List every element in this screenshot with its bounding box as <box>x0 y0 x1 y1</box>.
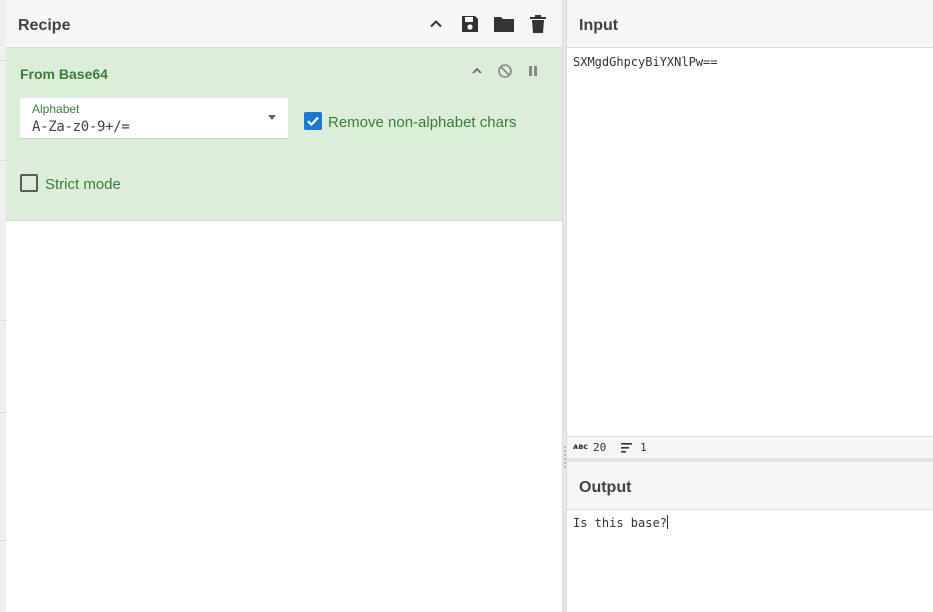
output-text: Is this base? <box>573 516 667 530</box>
input-header: Input <box>567 0 933 48</box>
line-count: 1 <box>640 441 647 454</box>
output-title: Output <box>579 479 632 496</box>
strict-mode-checkbox[interactable] <box>20 174 38 192</box>
trash-icon <box>530 15 546 33</box>
dropdown-caret-icon <box>268 115 276 120</box>
alphabet-value: A-Za-z0-9+/= <box>32 119 130 135</box>
checkmark-icon <box>307 116 319 127</box>
operation-title: From Base64 <box>20 66 108 82</box>
operation-from-base64: From Base64 Alphabet A-Za-z0-9+/= Remove… <box>6 48 562 221</box>
resize-grip-icon <box>564 446 566 470</box>
chevron-up-icon <box>430 20 442 28</box>
input-panel: Input SXMgdGhpcyBiYXNlPw== ᴀʙᴄ 20 1 <box>567 0 933 459</box>
clear-recipe-button[interactable] <box>526 12 550 36</box>
output-panel: Output Is this base? <box>567 462 933 612</box>
input-title: Input <box>579 17 619 34</box>
line-count-icon <box>621 443 632 453</box>
output-header: Output <box>567 462 933 510</box>
recipe-panel: Recipe From Base64 Alphabet A-Za-z0-9+/=… <box>6 0 562 612</box>
disable-icon <box>498 64 512 78</box>
folder-icon <box>494 17 514 32</box>
operation-breakpoint-button[interactable] <box>524 62 542 80</box>
load-recipe-button[interactable] <box>492 12 516 36</box>
input-textarea[interactable]: SXMgdGhpcyBiYXNlPw== <box>573 55 718 69</box>
remove-non-alphabet-label[interactable]: Remove non-alphabet chars <box>328 114 516 131</box>
char-count: 20 <box>593 441 607 454</box>
alphabet-select[interactable]: Alphabet A-Za-z0-9+/= <box>20 98 288 139</box>
operation-disable-button[interactable] <box>496 62 514 80</box>
char-count-icon: ᴀʙᴄ <box>573 442 589 451</box>
alphabet-label: Alphabet <box>32 102 80 116</box>
remove-non-alphabet-checkbox[interactable] <box>304 112 322 130</box>
save-recipe-button[interactable] <box>458 12 482 36</box>
input-text: SXMgdGhpcyBiYXNlPw== <box>573 55 718 69</box>
input-status-bar: ᴀʙᴄ 20 1 <box>567 436 933 459</box>
recipe-title: Recipe <box>18 17 71 34</box>
collapse-all-button[interactable] <box>424 12 448 36</box>
operation-collapse-button[interactable] <box>468 62 486 80</box>
output-textarea[interactable]: Is this base? <box>573 515 668 530</box>
save-icon <box>462 16 478 32</box>
strict-mode-label[interactable]: Strict mode <box>45 176 121 193</box>
recipe-header: Recipe <box>6 0 562 48</box>
text-cursor <box>666 515 668 529</box>
pause-icon <box>529 66 537 76</box>
chevron-up-icon <box>472 67 482 74</box>
